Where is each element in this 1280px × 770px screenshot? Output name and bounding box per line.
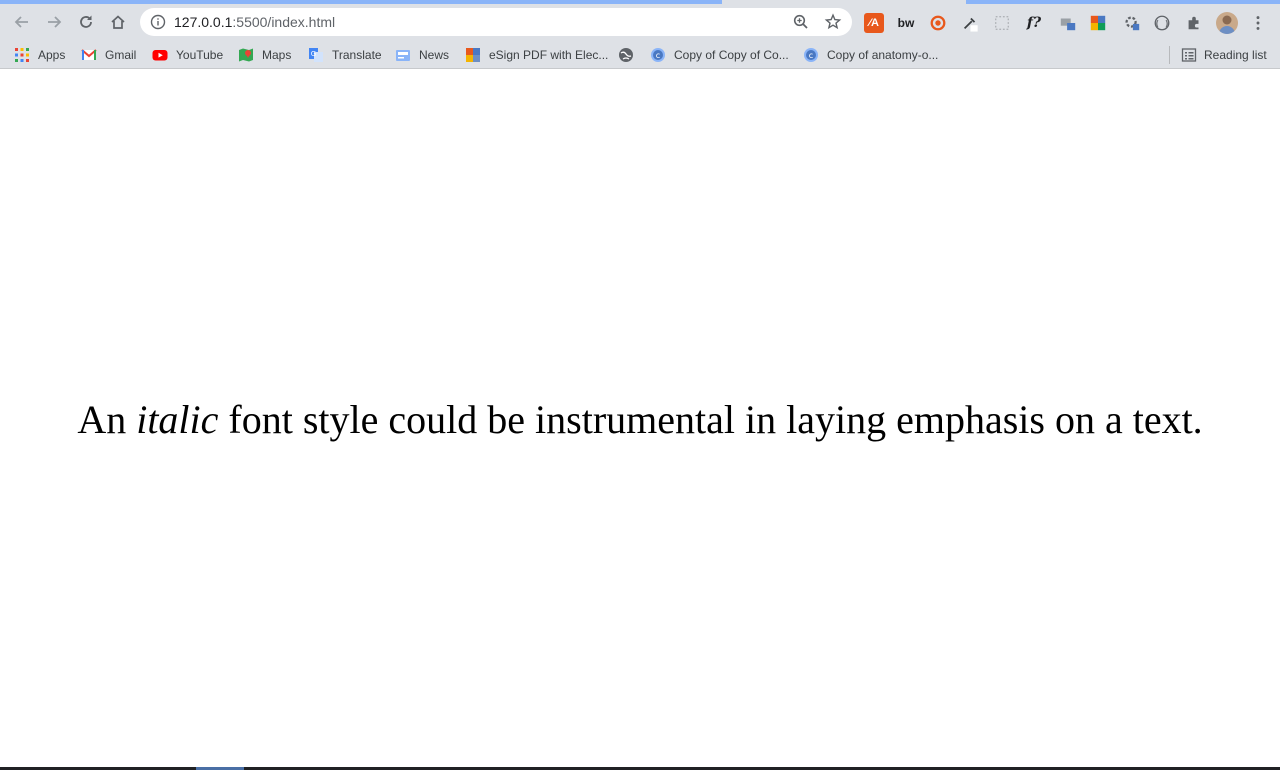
reading-list-button[interactable]: Reading list [1181,46,1267,64]
bookmark-label: Copy of Copy of Co... [674,48,789,62]
devtools-extension-icon[interactable]: ( ) [1152,13,1172,33]
svg-text:c: c [809,51,813,60]
bookmark-esign[interactable]: eSign PDF with Elec... [465,46,608,64]
bookmark-youtube[interactable]: YouTube [152,46,223,64]
bookmark-star-icon[interactable] [824,13,842,31]
paragraph-text-end: font style could be instrumental in layi… [218,397,1203,442]
reload-button[interactable] [73,9,99,35]
more-menu-icon[interactable] [1248,13,1268,33]
reload-icon [80,15,92,28]
translate-icon: G [309,48,323,62]
profile-avatar[interactable] [1216,12,1238,34]
forward-arrow-icon [48,16,62,28]
forward-button[interactable] [41,9,67,35]
settings-extension-icon[interactable] [1122,13,1142,33]
bookmark-label: Translate [332,48,382,62]
bookmark-apps[interactable]: Apps [14,46,65,64]
apps-grid-icon [15,48,29,62]
record-extension-icon[interactable] [928,13,948,33]
color-extension-icon[interactable] [1088,13,1108,33]
site-icon: c [804,48,818,62]
back-arrow-icon [14,16,28,28]
bw-extension-icon[interactable]: bw [896,13,916,33]
font-extension-label: f? [1026,15,1042,31]
news-icon [396,50,410,61]
esign-icon [466,48,480,62]
translate-extension-icon[interactable]: ⁄A [864,13,884,33]
paragraph-text-start: An [77,397,137,442]
bookmark-label: eSign PDF with Elec... [489,48,609,62]
bookmark-label: Apps [38,48,66,62]
italic-word: italic [136,397,219,442]
bookmark-label: YouTube [176,48,224,62]
bw-extension-label: bw [897,16,915,30]
page-content: An italic font style could be instrument… [0,70,1280,767]
selection-extension-icon[interactable] [992,13,1012,33]
svg-text:c: c [656,51,660,60]
eyedropper-extension-icon[interactable] [960,13,980,33]
svg-text:( ): ( ) [1155,18,1170,28]
bookmark-globe[interactable] [618,46,634,64]
bookmarks-bar: Apps Gmail YouTube Maps G Translate News… [0,41,1280,69]
bookmark-gmail[interactable]: Gmail [81,46,136,64]
bookmark-translate[interactable]: G Translate [308,46,382,64]
site-info-icon[interactable] [150,14,166,30]
bookmark-news[interactable]: News [395,46,449,64]
font-extension-icon[interactable]: f? [1024,13,1044,33]
bookmarks-separator [1169,46,1170,64]
url-host: 127.0.0.1 [174,14,233,30]
browser-toolbar: 127.0.0.1:5500/index.html ⁄A bw f? ( ) [0,4,1280,41]
gmail-icon [81,49,97,60]
emphasis-paragraph: An italic font style could be instrument… [0,396,1280,444]
svg-text:G: G [311,50,316,58]
reading-list-label: Reading list [1204,48,1267,62]
url-path: :5500/index.html [232,14,336,30]
site-icon: c [651,48,665,62]
mail-extension-icon[interactable] [1058,13,1078,33]
home-button[interactable] [105,9,131,35]
bookmark-copy-1[interactable]: c Copy of Copy of Co... [650,46,789,64]
maps-icon [239,48,253,62]
bookmark-label: Copy of anatomy-o... [827,48,939,62]
back-button[interactable] [9,9,35,35]
bookmark-maps[interactable]: Maps [238,46,291,64]
bookmark-label: Gmail [105,48,137,62]
reading-list-icon [1181,48,1197,62]
address-bar[interactable]: 127.0.0.1:5500/index.html [140,8,852,36]
home-icon [111,15,125,29]
bookmark-label: Maps [262,48,292,62]
url-text[interactable]: 127.0.0.1:5500/index.html [174,14,335,30]
youtube-icon [152,50,168,61]
globe-icon [619,48,633,62]
extensions-puzzle-icon[interactable] [1184,13,1204,33]
bookmark-copy-2[interactable]: c Copy of anatomy-o... [803,46,938,64]
zoom-icon[interactable] [792,13,810,31]
bookmark-label: News [419,48,450,62]
